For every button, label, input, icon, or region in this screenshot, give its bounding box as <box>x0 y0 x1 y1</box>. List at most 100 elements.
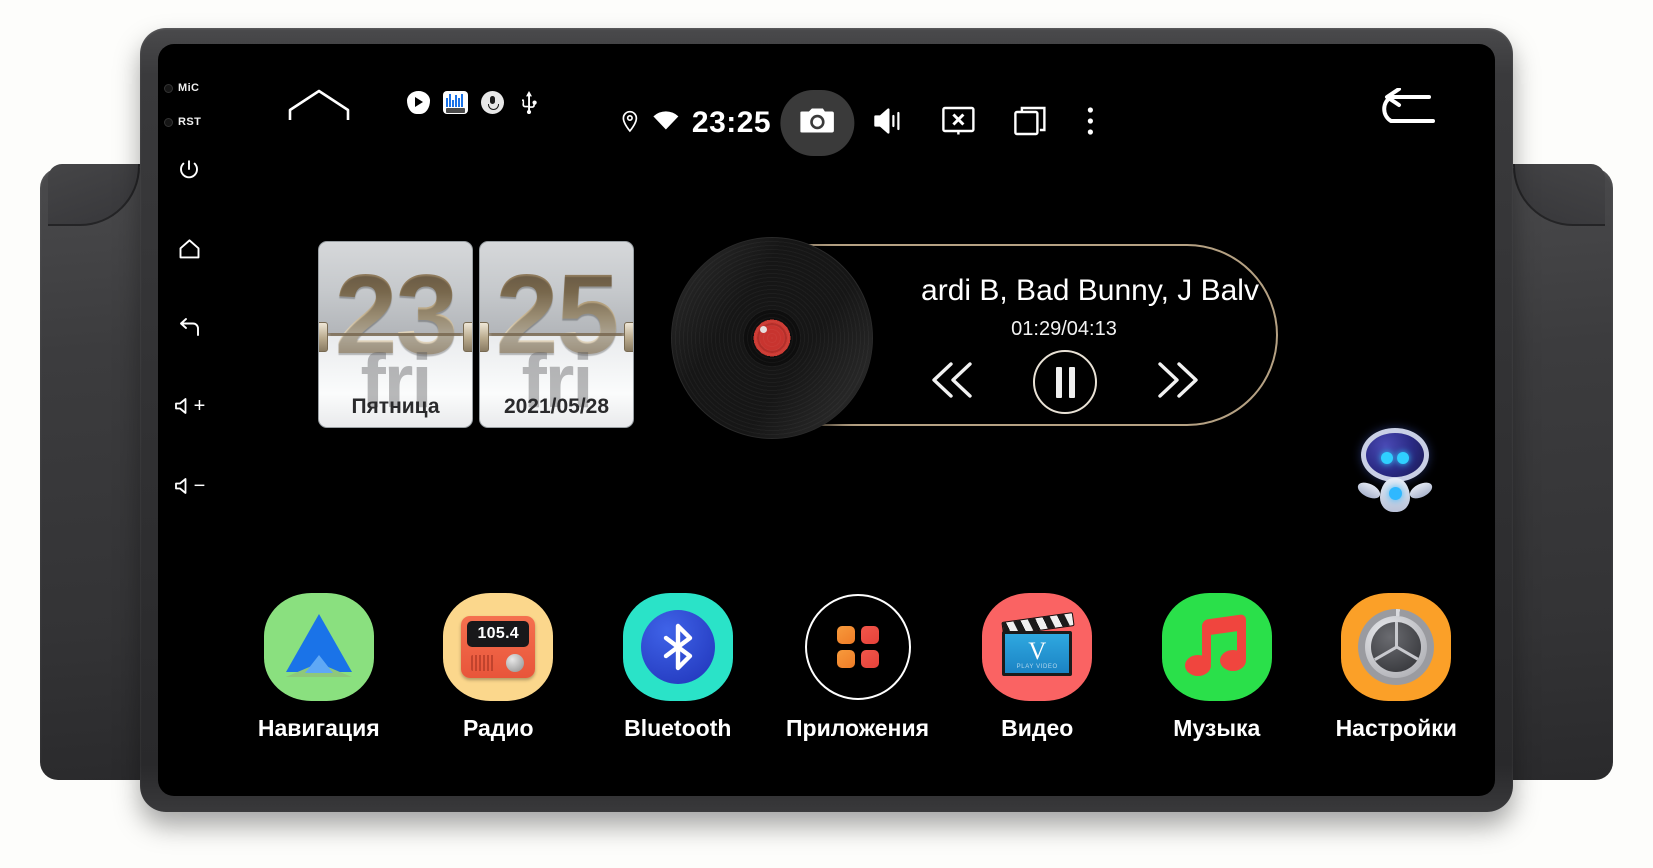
app-radio[interactable]: 105.4 Радио <box>428 593 570 742</box>
rst-label: RST <box>178 116 202 128</box>
app-label-bluetooth: Bluetooth <box>624 715 732 741</box>
applications-tile[interactable] <box>803 593 913 701</box>
power-icon <box>177 158 201 182</box>
clock-axle-right <box>463 321 472 352</box>
clock-minutes-card[interactable]: 25 fri 2021/05/28 <box>479 241 634 428</box>
location-icon <box>620 109 639 138</box>
track-title: ardi B, Bad Bunny, J Balv <box>921 274 1259 307</box>
voice-assistant-icon[interactable] <box>479 89 505 115</box>
app-label-radio: Радио <box>462 715 534 741</box>
mic-led <box>164 83 173 93</box>
clock-weekday: Пятница <box>351 395 440 418</box>
home-shape-icon[interactable] <box>288 88 350 127</box>
mute-icon[interactable] <box>873 107 903 140</box>
wifi-icon <box>652 110 679 137</box>
pause-icon <box>1055 366 1075 398</box>
overflow-menu-icon[interactable] <box>1085 106 1095 141</box>
screenshot-button[interactable] <box>780 90 855 156</box>
back-button[interactable] <box>158 316 220 340</box>
flip-clock-widget[interactable]: 23 fri Пятница 25 fri 2021/05/28 <box>318 241 634 428</box>
robot-arm-left <box>1355 479 1383 502</box>
music-tile[interactable] <box>1161 593 1272 701</box>
assistant-robot-icon[interactable] <box>1353 426 1437 512</box>
mic-indicator: MiC <box>164 82 199 94</box>
music-player-widget[interactable]: ardi B, Bad Bunny, J Balv 01:29/04:13 <box>672 238 1278 438</box>
navigation-tile[interactable] <box>263 593 374 701</box>
screenshot-icon <box>799 107 834 140</box>
screen-off-icon[interactable] <box>941 106 975 141</box>
music-note-icon <box>1184 613 1248 679</box>
video-badge: V <box>1028 638 1047 665</box>
vinyl-record-icon[interactable] <box>672 238 872 438</box>
radio-icon: 105.4 <box>461 616 536 678</box>
robot-core-light <box>1389 487 1402 500</box>
home-button[interactable] <box>158 237 220 261</box>
apps-grid-icon <box>804 594 911 700</box>
app-label-settings: Настройки <box>1335 715 1457 741</box>
next-track-button[interactable] <box>1153 358 1203 407</box>
clock-date: 2021/05/28 <box>503 395 610 418</box>
volume-icon <box>173 476 193 496</box>
robot-eye-left <box>1381 452 1393 464</box>
radio-tile[interactable]: 105.4 <box>443 593 554 701</box>
rst-led <box>164 117 173 127</box>
status-clock: 23:25 <box>691 106 772 139</box>
clock-hinge-line <box>319 332 472 336</box>
app-label-video: Видео <box>1001 715 1074 741</box>
app-applications[interactable]: Приложения <box>785 593 930 742</box>
app-label-navigation: Навигация <box>257 715 380 741</box>
home-icon <box>177 237 202 261</box>
clock-minutes: 25 <box>480 258 633 371</box>
video-clapper-icon: V PLAY VIDEO <box>1000 612 1075 677</box>
previous-track-button[interactable] <box>927 358 977 407</box>
robot-arm-right <box>1407 479 1435 502</box>
music-info-area: ardi B, Bad Bunny, J Balv 01:29/04:13 <box>880 246 1266 424</box>
volume-icon <box>173 396 193 416</box>
back-icon <box>176 316 202 340</box>
app-dock: Навигация 105.4 Радио Bluetooth Приложен… <box>220 593 1495 742</box>
notification-tray <box>405 89 542 115</box>
app-settings[interactable]: Настройки <box>1326 593 1468 742</box>
settings-gear-icon <box>1358 609 1435 685</box>
clock-hinge-line <box>480 332 633 336</box>
app-label-applications: Приложения <box>785 715 930 741</box>
vinyl-sheen <box>672 238 872 438</box>
touchscreen[interactable]: MiC RST + − 23:25 23 fri Пятница 25 fri … <box>158 44 1495 796</box>
video-tile[interactable]: V PLAY VIDEO <box>982 593 1093 701</box>
music-transport-controls <box>880 350 1250 414</box>
volume-up-button[interactable]: + <box>158 396 220 416</box>
back-arrow-icon[interactable] <box>1371 87 1439 133</box>
recent-apps-icon[interactable] <box>1013 106 1047 141</box>
robot-body <box>1380 478 1410 512</box>
radio-frequency: 105.4 <box>477 625 520 642</box>
equalizer-icon[interactable] <box>442 89 468 115</box>
app-label-music: Музыка <box>1173 715 1261 741</box>
bluetooth-tile[interactable] <box>622 593 733 701</box>
app-bluetooth[interactable]: Bluetooth <box>607 593 749 742</box>
track-time: 01:29/04:13 <box>1011 318 1117 340</box>
app-navigation[interactable]: Навигация <box>248 593 390 742</box>
robot-head <box>1361 428 1429 482</box>
video-badge-sub: PLAY VIDEO <box>1016 664 1058 670</box>
volume-up-sign: + <box>193 395 206 417</box>
power-button[interactable] <box>158 158 220 182</box>
robot-eye-right <box>1397 452 1409 464</box>
play-pause-button[interactable] <box>1033 350 1097 414</box>
rst-indicator[interactable]: RST <box>164 116 201 128</box>
clock-axle-left <box>319 321 328 352</box>
clock-axle-right <box>624 321 633 352</box>
volume-down-button[interactable]: − <box>158 476 220 496</box>
clock-hours: 23 <box>319 258 472 371</box>
bluetooth-icon <box>640 610 715 684</box>
app-video[interactable]: V PLAY VIDEO Видео <box>967 593 1109 742</box>
usb-icon[interactable] <box>516 89 542 115</box>
left-hardware-strip: MiC RST + − <box>158 44 220 796</box>
status-center-group: 23:25 <box>620 90 1095 156</box>
app-music[interactable]: Музыка <box>1146 593 1288 742</box>
clock-hours-card[interactable]: 23 fri Пятница <box>318 241 473 428</box>
settings-tile[interactable] <box>1341 593 1452 701</box>
head-unit-photo: MiC RST + − 23:25 23 fri Пятница 25 fri … <box>0 0 1653 868</box>
volume-down-sign: − <box>193 475 206 497</box>
status-bar: 23:25 <box>220 44 1495 156</box>
play-services-icon[interactable] <box>405 89 431 115</box>
